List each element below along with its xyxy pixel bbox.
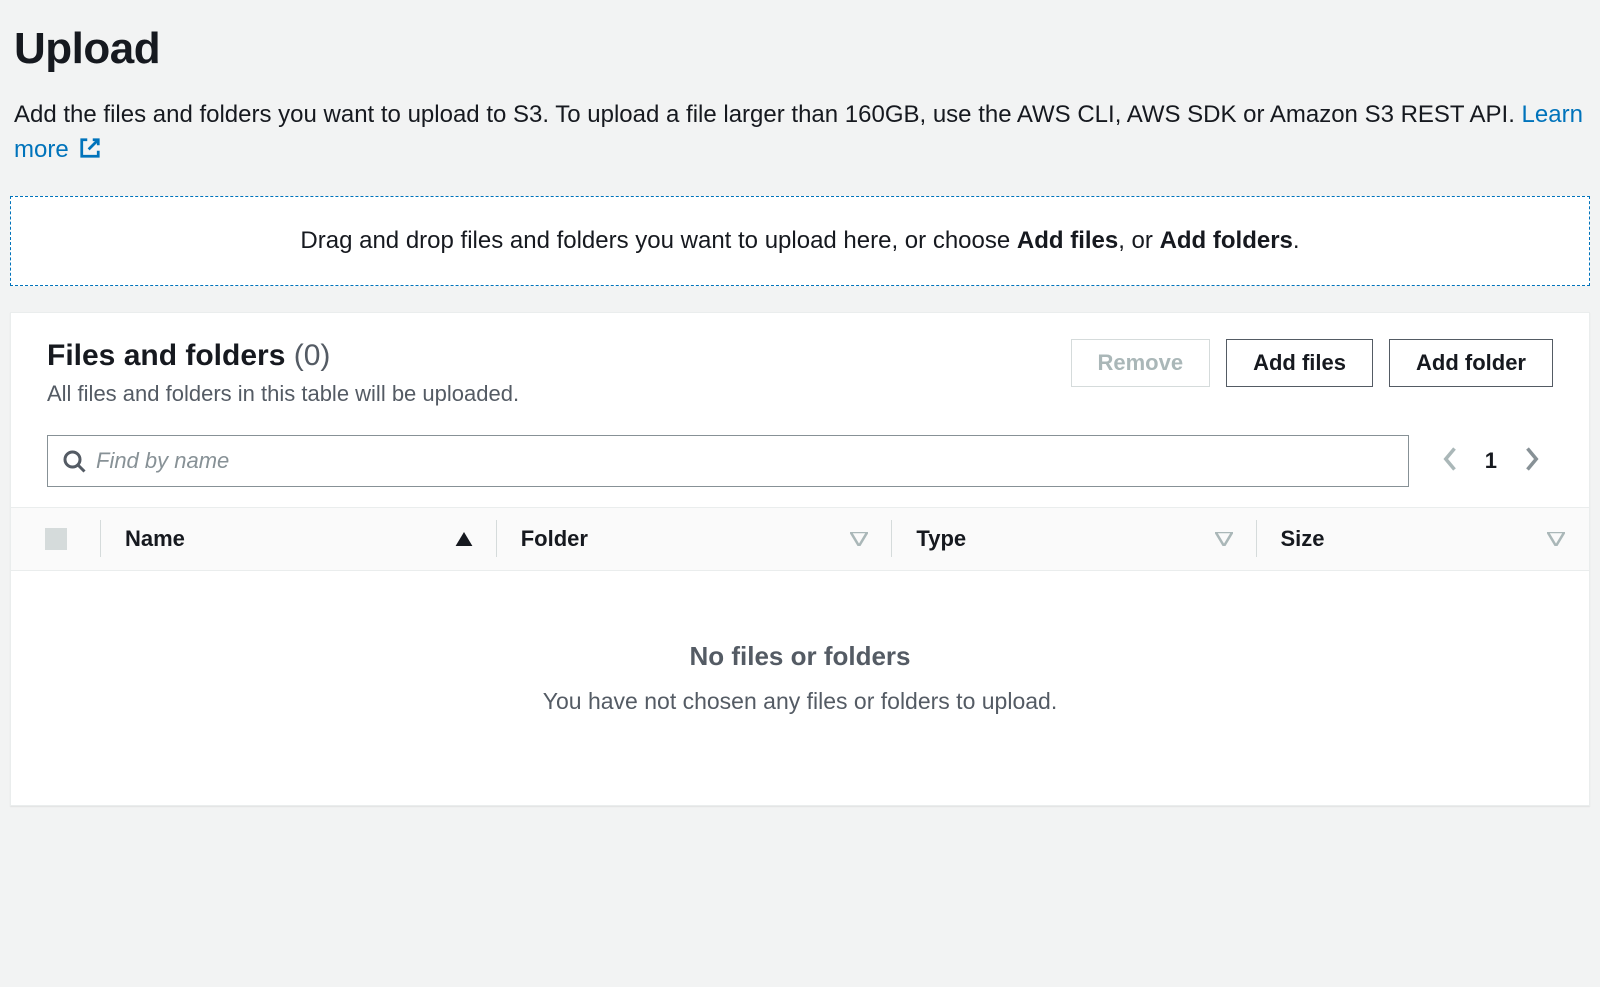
column-size[interactable]: Size	[1257, 508, 1589, 570]
dropzone-sep: , or	[1118, 227, 1159, 254]
empty-state: No files or folders You have not chosen …	[11, 571, 1589, 805]
pagination: 1	[1429, 441, 1553, 480]
files-panel: Files and folders (0) All files and fold…	[10, 312, 1590, 806]
column-size-label: Size	[1281, 526, 1325, 552]
page-number: 1	[1485, 448, 1497, 474]
page-title: Upload	[10, 0, 1590, 98]
remove-button: Remove	[1071, 339, 1211, 387]
next-page-button[interactable]	[1517, 441, 1545, 480]
external-link-icon	[79, 137, 101, 159]
empty-state-title: No files or folders	[31, 641, 1569, 672]
column-folder[interactable]: Folder	[497, 508, 893, 570]
dropzone-add-folders: Add folders	[1160, 227, 1293, 254]
add-files-button[interactable]: Add files	[1226, 339, 1373, 387]
chevron-right-icon	[1521, 445, 1541, 473]
chevron-left-icon	[1441, 445, 1461, 473]
panel-title: Files and folders (0)	[47, 339, 519, 373]
search-row: 1	[11, 407, 1589, 507]
sort-asc-icon	[455, 532, 473, 546]
prev-page-button[interactable]	[1437, 441, 1465, 480]
sort-icon	[1547, 532, 1565, 546]
add-folder-button[interactable]: Add folder	[1389, 339, 1553, 387]
empty-state-message: You have not chosen any files or folders…	[31, 688, 1569, 715]
panel-subtitle: All files and folders in this table will…	[47, 381, 519, 407]
search-input[interactable]	[86, 444, 1394, 478]
panel-header: Files and folders (0) All files and fold…	[11, 313, 1589, 407]
panel-actions: Remove Add files Add folder	[1071, 339, 1554, 387]
column-select-all[interactable]	[11, 508, 101, 570]
page-description: Add the files and folders you want to up…	[10, 98, 1590, 196]
column-name-label: Name	[125, 526, 185, 552]
panel-title-text: Files and folders	[47, 339, 285, 372]
column-type[interactable]: Type	[892, 508, 1256, 570]
search-icon	[62, 449, 86, 473]
dropzone-add-files: Add files	[1017, 227, 1118, 254]
dropzone-text-prefix: Drag and drop files and folders you want…	[300, 227, 1016, 254]
sort-icon	[1215, 532, 1233, 546]
dropzone[interactable]: Drag and drop files and folders you want…	[10, 196, 1590, 286]
table-header: Name Folder Type Size	[11, 507, 1589, 571]
sort-icon	[850, 532, 868, 546]
search-box[interactable]	[47, 435, 1409, 487]
column-type-label: Type	[916, 526, 966, 552]
dropzone-suffix: .	[1293, 227, 1300, 254]
select-all-checkbox[interactable]	[45, 528, 67, 550]
column-folder-label: Folder	[521, 526, 588, 552]
panel-count: (0)	[294, 339, 331, 372]
description-text: Add the files and folders you want to up…	[14, 101, 1522, 128]
column-name[interactable]: Name	[101, 508, 497, 570]
